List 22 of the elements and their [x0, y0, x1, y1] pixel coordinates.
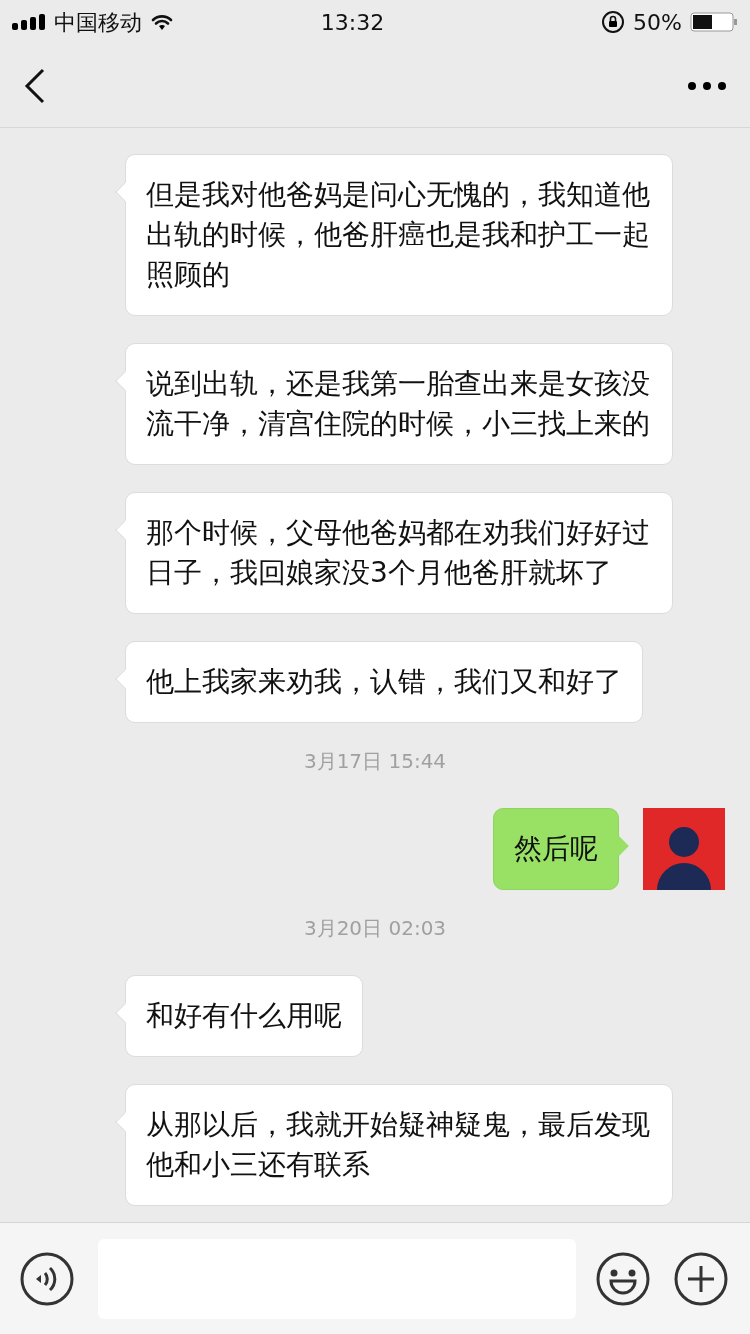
timestamp: 3月17日 15:44 [303, 749, 447, 773]
rotation-lock-icon [601, 10, 626, 34]
battery-icon [690, 12, 738, 32]
back-icon[interactable] [24, 67, 46, 104]
wifi-icon [150, 13, 174, 31]
smiley-icon[interactable] [596, 1251, 650, 1306]
message-text: 说到出轨，还是我第一胎查出来是女孩没流干净，清宫住院的时候，小三找上来的 [146, 366, 651, 442]
plus-icon[interactable] [674, 1251, 728, 1306]
message-text: 但是我对他爸妈是问心无愧的，我知道他出轨的时候，他爸肝癌也是我和护工一起照顾的 [146, 177, 651, 293]
message-text: 他上我家来劝我，认错，我们又和好了 [146, 664, 622, 700]
signal-icon [12, 14, 46, 30]
message-text: 那个时候，父母他爸妈都在劝我们好好过日子，我回娘家没3个月他爸肝就坏了 [146, 515, 651, 591]
message-text: 然后呢 [514, 831, 598, 867]
message-text: 和好有什么用呢 [146, 998, 342, 1034]
voice-icon[interactable] [20, 1251, 74, 1306]
timestamp: 3月20日 02:03 [303, 916, 447, 940]
message-text: 从那以后，我就开始疑神疑鬼，最后发现他和小三还有联系 [146, 1107, 651, 1183]
battery-percent: 50% [633, 8, 682, 37]
more-icon[interactable] [688, 81, 726, 90]
clock-time: 13:32 [320, 8, 385, 37]
carrier-name: 中国移动 [54, 8, 142, 37]
avatar[interactable] [643, 808, 725, 890]
